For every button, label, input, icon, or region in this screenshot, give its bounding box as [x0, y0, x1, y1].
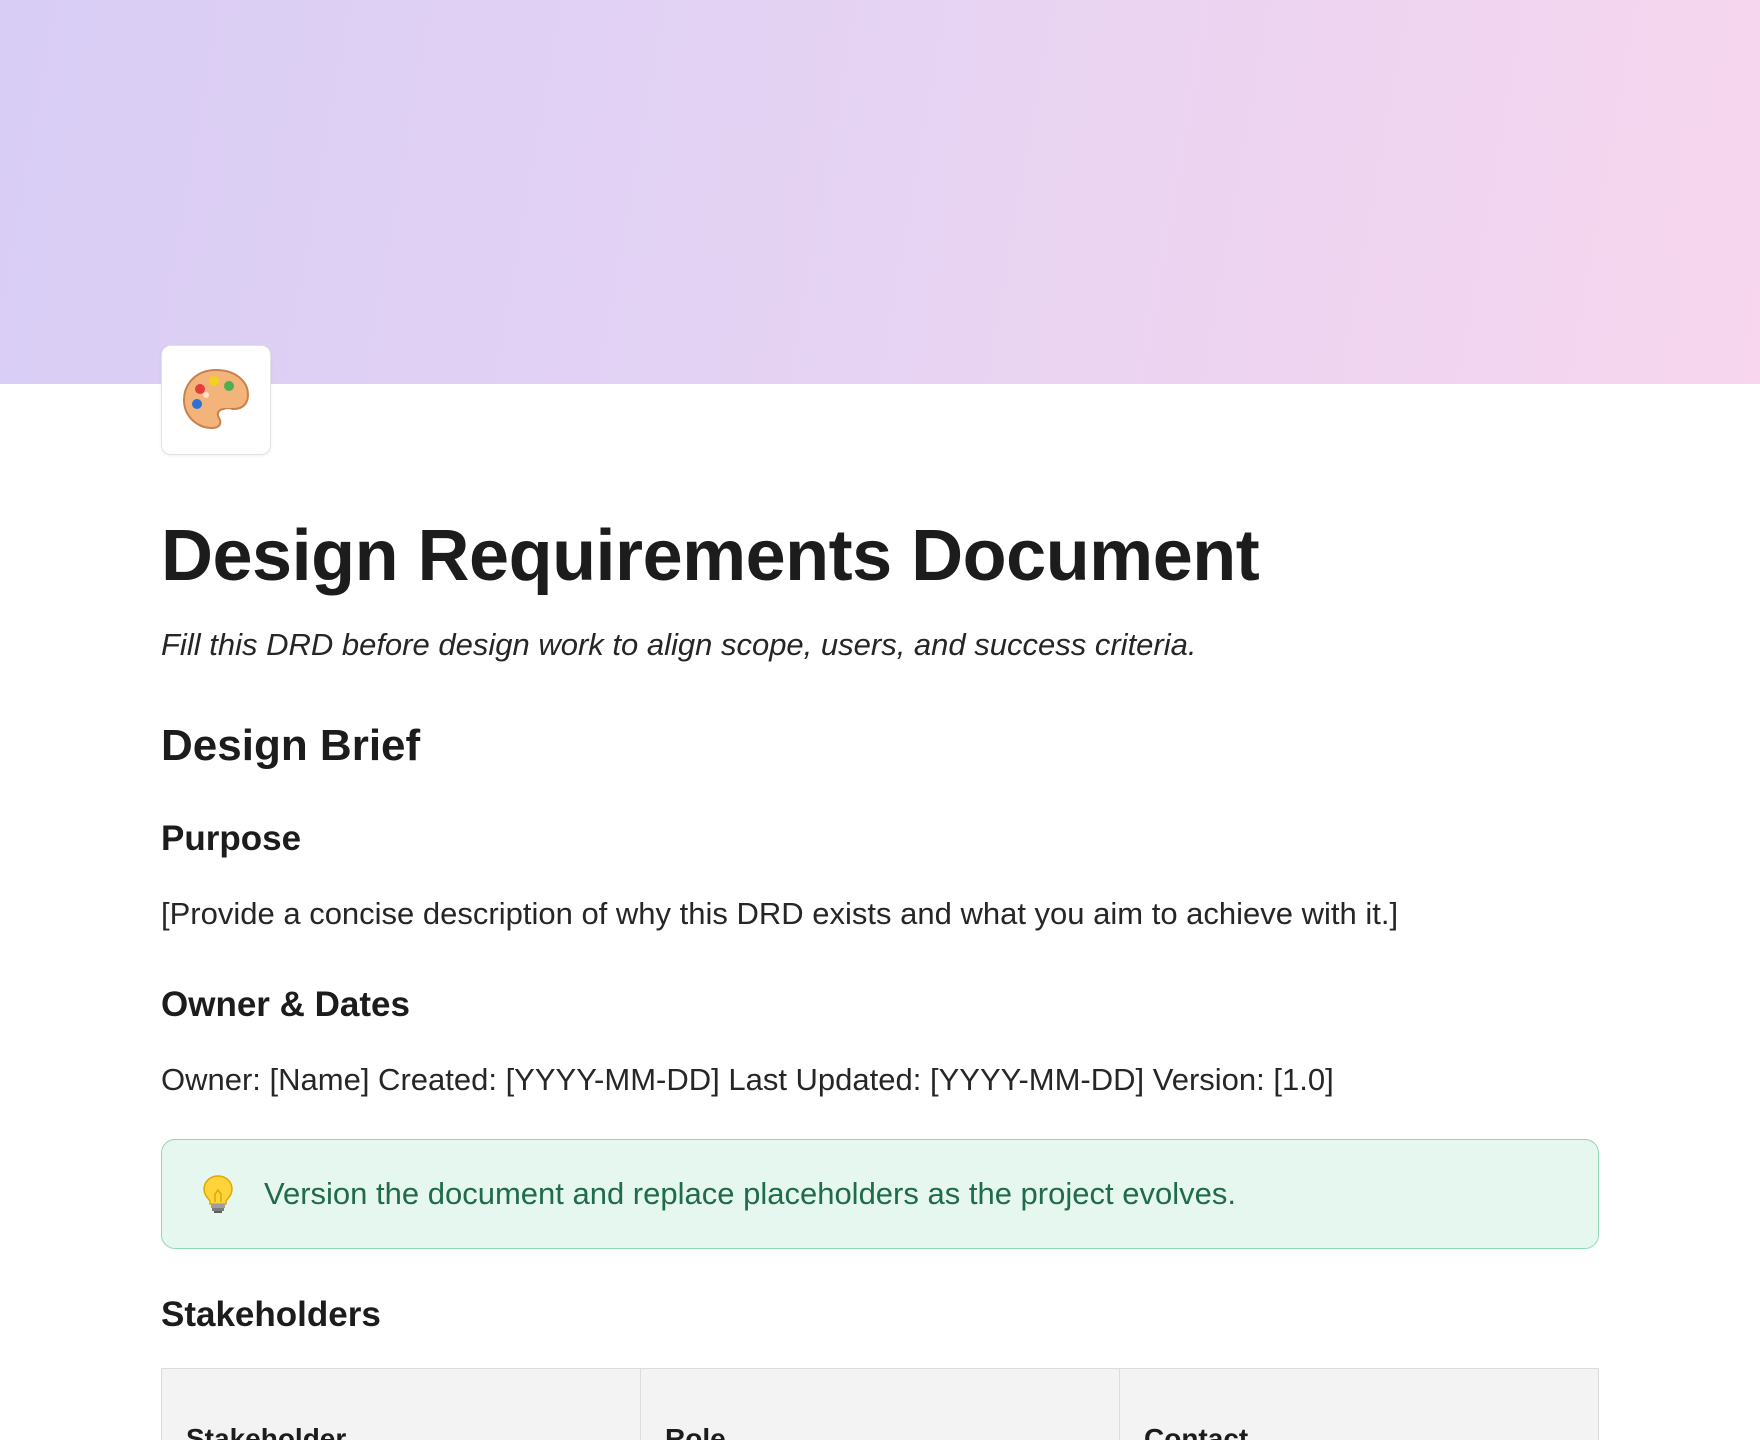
page-icon-container[interactable]	[161, 345, 271, 455]
column-header-stakeholder[interactable]: Stakeholder	[161, 1368, 641, 1440]
column-header-role[interactable]: Role	[640, 1368, 1120, 1440]
heading-owner-dates[interactable]: Owner & Dates	[161, 983, 410, 1027]
stakeholders-table: Stakeholder Role Contact	[161, 1368, 1599, 1440]
page-title[interactable]: Design Requirements Document	[161, 512, 1260, 600]
purpose-text[interactable]: [Provide a concise description of why th…	[161, 893, 1398, 935]
owner-dates-text[interactable]: Owner: [Name] Created: [YYYY-MM-DD] Last…	[161, 1059, 1334, 1101]
document-page: Design Requirements Document Fill this D…	[0, 0, 1760, 1440]
page-subtitle[interactable]: Fill this DRD before design work to alig…	[161, 624, 1197, 666]
column-header-contact[interactable]: Contact	[1119, 1368, 1599, 1440]
tip-callout[interactable]: Version the document and replace placeho…	[161, 1139, 1599, 1249]
heading-stakeholders[interactable]: Stakeholders	[161, 1293, 381, 1337]
heading-purpose[interactable]: Purpose	[161, 817, 301, 861]
cover-banner[interactable]	[0, 0, 1760, 384]
table-header-row: Stakeholder Role Contact	[161, 1368, 1599, 1440]
heading-design-brief[interactable]: Design Brief	[161, 718, 420, 774]
lightbulb-icon	[198, 1174, 238, 1214]
callout-text: Version the document and replace placeho…	[264, 1176, 1236, 1211]
artist-palette-icon	[182, 368, 250, 430]
